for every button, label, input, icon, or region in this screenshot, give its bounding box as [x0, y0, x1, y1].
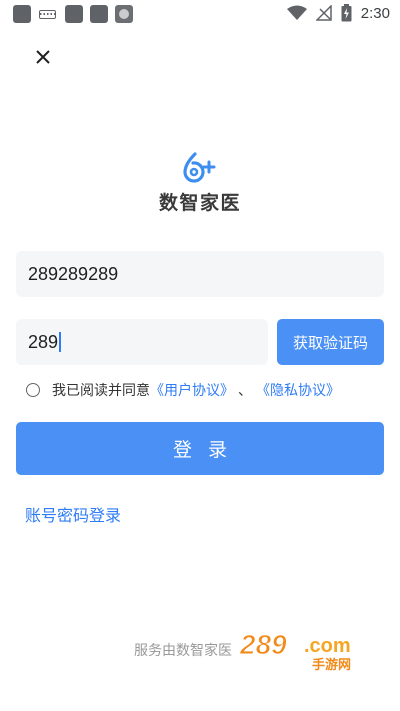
keyboard-icon: [38, 5, 58, 23]
phone-number-input[interactable]: 289289289: [16, 251, 384, 297]
notification-icons: [13, 5, 133, 23]
text-cursor: [59, 332, 62, 352]
get-verification-code-button[interactable]: 获取验证码: [277, 319, 384, 365]
verification-code-value: 289: [28, 331, 59, 352]
agreement-separator: 、: [238, 383, 252, 399]
verification-code-input[interactable]: 289: [16, 319, 268, 365]
svg-text:289: 289: [239, 630, 287, 660]
svg-text:.com: .com: [304, 635, 351, 657]
status-time: 2:30: [360, 4, 390, 22]
app-logo: 数智家医: [0, 152, 400, 215]
svg-text:手游网: 手游网: [312, 657, 351, 672]
wifi-icon: [286, 5, 307, 20]
brand-mark-icon: [183, 152, 216, 183]
app-badge-icon: [115, 5, 133, 23]
brand-name: 数智家医: [158, 192, 241, 214]
notification-square-icon: [90, 5, 108, 23]
battery-charging-icon: [341, 4, 352, 22]
close-icon: [36, 50, 50, 64]
agree-checkbox[interactable]: [26, 383, 40, 397]
close-button[interactable]: [32, 46, 54, 68]
account-password-login-link[interactable]: 账号密码登录: [25, 502, 121, 526]
footer-service-text: 服务由数智家医: [134, 643, 232, 659]
agreement-row: 我已阅读并同意 《用户协议》 、 《隐私协议》: [26, 380, 340, 400]
status-bar: 2:30: [0, 0, 400, 28]
agree-prefix-text: 我已阅读并同意: [52, 383, 150, 399]
phone-number-value: 289289289: [28, 263, 119, 284]
user-agreement-link[interactable]: 《用户协议》: [150, 380, 234, 400]
system-icons: 2:30: [286, 4, 390, 22]
privacy-agreement-link[interactable]: 《隐私协议》: [256, 380, 340, 400]
no-signal-icon: [315, 5, 332, 21]
notification-square-icon: [13, 5, 31, 23]
login-button[interactable]: 登录: [16, 422, 384, 475]
notification-square-icon: [65, 5, 83, 23]
site-watermark-logo: 289 .com 手游网: [239, 630, 352, 672]
